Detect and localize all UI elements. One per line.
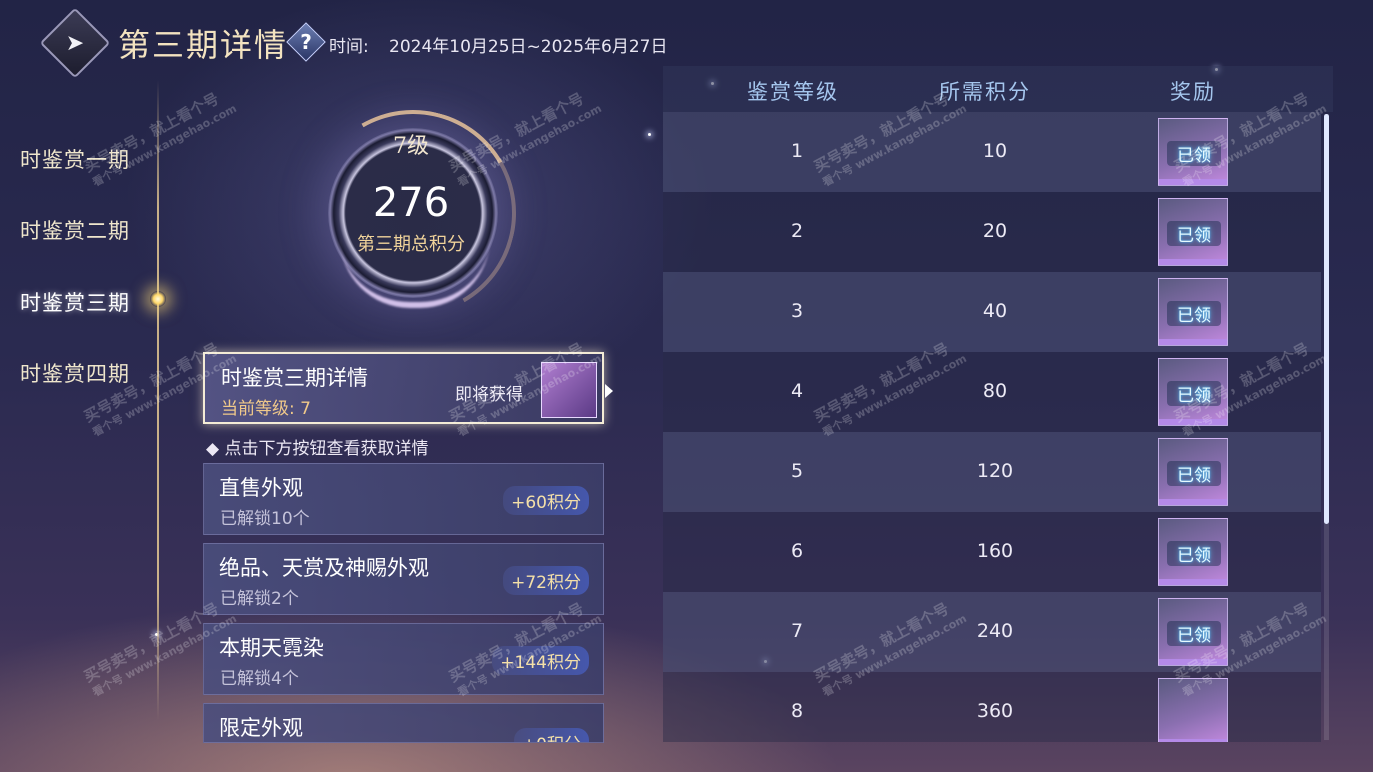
table-scrollbar[interactable] — [1324, 114, 1329, 740]
source-title: 绝品、天赏及神赐外观 — [219, 556, 429, 580]
row-points: 360 — [976, 700, 1014, 722]
row-points: 10 — [982, 140, 1008, 162]
row-points: 40 — [982, 300, 1008, 322]
reward-item[interactable]: 已领 — [1158, 198, 1228, 266]
card-current-level: 当前等级: 7 — [221, 399, 311, 419]
table-header: 鉴赏等级 所需积分 奖励 — [663, 66, 1333, 112]
row-level: 5 — [790, 460, 804, 482]
claimed-badge: 已领 — [1167, 541, 1221, 566]
nav-item-period-4[interactable]: 时鉴赏四期 — [20, 358, 130, 388]
source-points: +0积分 — [513, 728, 589, 742]
source-unlocked: 已解锁10个 — [220, 509, 310, 529]
reward-item[interactable]: 已领 — [1158, 278, 1228, 346]
back-arrow-icon: ➤ — [65, 30, 85, 56]
card-title: 时鉴赏三期详情 — [221, 366, 368, 390]
source-card-premium[interactable]: 绝品、天赏及神赐外观 已解锁2个 +72积分 — [203, 543, 604, 615]
header-level: 鉴赏等级 — [747, 80, 839, 104]
source-points: +60积分 — [503, 486, 589, 515]
period-label: 时间: — [329, 37, 369, 57]
back-button[interactable]: ➤ — [39, 7, 111, 79]
row-level: 3 — [790, 300, 804, 322]
reward-item[interactable]: 已领 — [1158, 438, 1228, 506]
source-card-limited[interactable]: 限定外观 +0积分 — [203, 703, 604, 743]
row-points: 160 — [976, 540, 1014, 562]
row-level: 2 — [790, 220, 804, 242]
table-row: 2 20 已领 — [663, 192, 1321, 272]
active-indicator — [150, 291, 166, 307]
claimed-badge: 已领 — [1167, 301, 1221, 326]
source-unlocked: 已解锁4个 — [220, 669, 299, 689]
row-points: 80 — [982, 380, 1008, 402]
table-row: 3 40 已领 — [663, 272, 1321, 352]
source-unlocked: 已解锁2个 — [220, 589, 299, 609]
source-card-direct-sale[interactable]: 直售外观 已解锁10个 +60积分 — [203, 463, 604, 535]
source-title: 限定外观 — [219, 716, 303, 740]
question-mark-icon: ? — [300, 30, 312, 54]
page-title: 第三期详情 — [118, 26, 289, 64]
period-value: 2024年10月25日~2025年6月27日 — [389, 37, 668, 57]
row-level: 7 — [790, 620, 804, 642]
scroll-thumb[interactable] — [1324, 114, 1329, 524]
reward-item[interactable]: 已领 — [1158, 518, 1228, 586]
header-reward: 奖励 — [1170, 80, 1216, 104]
claimed-badge: 已领 — [1167, 461, 1221, 486]
help-button[interactable]: ? — [286, 22, 326, 62]
row-points: 120 — [976, 460, 1014, 482]
table-row: 6 160 已领 — [663, 512, 1321, 592]
row-level: 6 — [790, 540, 804, 562]
claimed-badge: 已领 — [1167, 621, 1221, 646]
source-points: +72积分 — [503, 566, 589, 595]
nav-item-period-3[interactable]: 时鉴赏三期 — [20, 287, 130, 317]
hint-text: ◆ 点击下方按钮查看获取详情 — [206, 439, 429, 459]
row-level: 8 — [790, 700, 804, 722]
table-row: 5 120 已领 — [663, 432, 1321, 512]
row-points: 20 — [982, 220, 1008, 242]
row-level: 4 — [790, 380, 804, 402]
claimed-badge: 已领 — [1167, 221, 1221, 246]
source-title: 直售外观 — [219, 476, 303, 500]
card-arrow-icon — [605, 384, 613, 398]
source-title: 本期天霓染 — [219, 636, 324, 660]
